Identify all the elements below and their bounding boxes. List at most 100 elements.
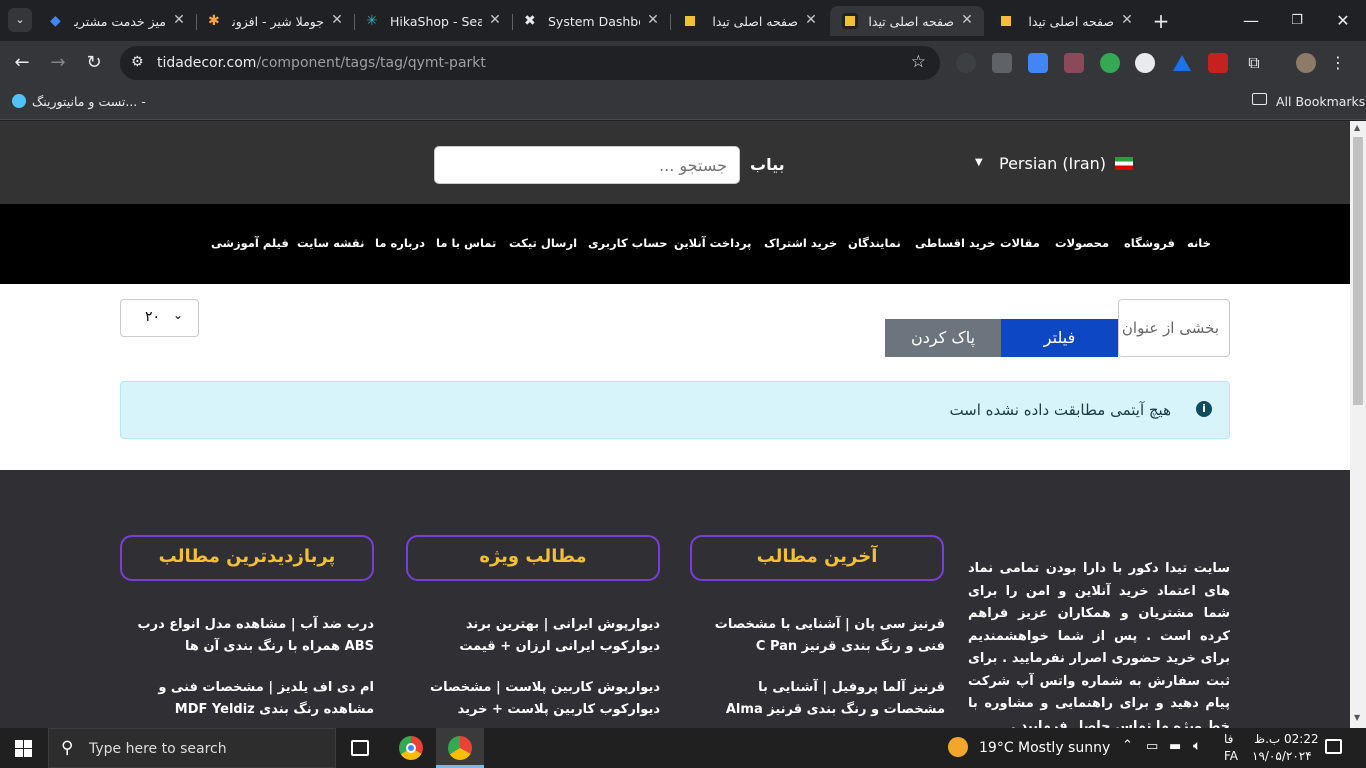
bookmark-item[interactable]: تست و مانیتورینگ... - bbox=[32, 94, 146, 109]
translate-icon[interactable] bbox=[1028, 53, 1048, 73]
tab-3[interactable]: ✳ HikaShop - Search ✕ bbox=[354, 6, 512, 36]
menu-shop[interactable]: فروشگاه bbox=[1124, 236, 1175, 250]
task-view-icon[interactable] bbox=[351, 740, 369, 756]
extension-7-icon[interactable] bbox=[1173, 55, 1191, 71]
featured-posts-title: مطالب ویژه bbox=[406, 535, 660, 581]
tab-7[interactable]: صفحه اصلی تیدا ✕ bbox=[986, 6, 1144, 36]
featured-post-1[interactable]: دیوارپوش ایرانی | بهترین برند دیوارکوب ا… bbox=[410, 614, 660, 658]
bookmarks-bar: تست و مانیتورینگ... - All Bookmarks bbox=[0, 85, 1366, 120]
menu-home[interactable]: خانه bbox=[1187, 236, 1211, 250]
popular-post-2[interactable]: ام دی اف یلدیز | مشخصات فنی و مشاهده رنگ… bbox=[124, 677, 374, 721]
search-input[interactable] bbox=[435, 147, 739, 183]
site-info-icon[interactable]: ⚙ bbox=[131, 54, 144, 70]
limit-select[interactable]: ۲۰ ⌄ bbox=[120, 299, 199, 337]
site-header: بیاب ▼ Persian (Iran) bbox=[0, 121, 1350, 204]
close-icon[interactable]: ✕ bbox=[328, 11, 346, 29]
network-icon[interactable]: ▭ bbox=[1146, 739, 1158, 754]
close-icon[interactable]: ✕ bbox=[486, 11, 504, 29]
extension-5-icon[interactable] bbox=[1100, 53, 1120, 73]
tab-6-active[interactable]: صفحه اصلی تیدا ✕ bbox=[830, 6, 984, 36]
bookmark-star-icon[interactable]: ☆ bbox=[911, 52, 926, 72]
volume-icon[interactable]: 🔈︎ bbox=[1193, 738, 1201, 754]
minimize-button[interactable]: — bbox=[1238, 8, 1264, 34]
popular-post-1[interactable]: درب ضد آب | مشاهده مدل انواع درب ABS همر… bbox=[124, 614, 374, 658]
windows-start-icon[interactable] bbox=[15, 740, 32, 757]
address-bar[interactable]: ⚙ tidadecor.com/component/tags/tag/qymt-… bbox=[120, 46, 940, 80]
close-icon[interactable]: ✕ bbox=[170, 11, 188, 29]
weather-text[interactable]: Mostly sunny bbox=[1018, 740, 1110, 756]
extension-8-icon[interactable] bbox=[1208, 53, 1228, 73]
x-icon: ✖ bbox=[524, 13, 536, 29]
chevron-down-icon: ⌄ bbox=[173, 308, 184, 322]
close-icon[interactable]: ✕ bbox=[1118, 11, 1136, 29]
scroll-down-icon[interactable]: ▼ bbox=[1354, 713, 1360, 722]
weather-temp[interactable]: 19°C bbox=[979, 740, 1014, 756]
tab-2[interactable]: ✱ جوملا شیر - افزونه ✕ bbox=[196, 6, 354, 36]
language-indicator[interactable]: فا bbox=[1224, 732, 1233, 746]
menu-articles[interactable]: مقالات bbox=[1000, 236, 1040, 250]
search-box bbox=[434, 146, 740, 184]
latest-post-2[interactable]: قرنیز آلما پروفیل | آشنایی با مشخصات و ر… bbox=[695, 677, 945, 721]
tab-5[interactable]: صفحه اصلی تیدا ✕ bbox=[670, 6, 828, 36]
clear-button[interactable]: پاک کردن bbox=[885, 319, 1001, 357]
tab-title: صفحه اصلی تیدا bbox=[1028, 14, 1114, 29]
chrome-icon[interactable] bbox=[399, 736, 423, 760]
menu-agents[interactable]: نمایندگان bbox=[848, 236, 901, 250]
language-indicator-code[interactable]: FA bbox=[1224, 749, 1238, 763]
extension-2-icon[interactable] bbox=[992, 53, 1012, 73]
notification-icon[interactable] bbox=[1325, 739, 1342, 754]
windows-taskbar: ⚲ Type here to search 19°C Mostly sunny … bbox=[0, 728, 1366, 768]
clock-time[interactable]: 02:22 ب.ظ bbox=[1254, 732, 1319, 746]
forward-button[interactable]: → bbox=[45, 50, 71, 76]
taskbar-search[interactable]: ⚲ Type here to search bbox=[48, 728, 336, 768]
main-menu: خانه فروشگاه محصولات مقالات خرید اقساطی … bbox=[0, 204, 1350, 284]
chevron-up-icon[interactable]: ⌃ bbox=[1122, 738, 1133, 753]
extension-6-icon[interactable] bbox=[1135, 53, 1155, 73]
weather-icon[interactable] bbox=[948, 737, 968, 757]
clock-date[interactable]: ۱۹/۰۵/۲۰۲۴ bbox=[1252, 749, 1312, 763]
chevron-down-icon[interactable]: ▼ bbox=[975, 157, 983, 168]
extension-1-icon[interactable] bbox=[956, 53, 976, 73]
search-icon: ⚲ bbox=[61, 738, 74, 758]
filter-button[interactable]: فیلتر bbox=[1001, 319, 1118, 357]
menu-contact[interactable]: تماس با ما bbox=[436, 236, 496, 250]
new-tab-button[interactable]: + bbox=[1148, 8, 1174, 34]
menu-online-payment[interactable]: پرداخت آنلاین bbox=[674, 236, 751, 250]
chrome-active-icon[interactable] bbox=[436, 728, 484, 768]
puzzle-icon[interactable]: ⧉ bbox=[1244, 53, 1264, 73]
popular-posts-title: پربازدیدترین مطالب bbox=[120, 535, 374, 581]
filter-input[interactable]: بخشی از عنوان bbox=[1118, 299, 1230, 357]
menu-tutorial-video[interactable]: فیلم آموزشی bbox=[211, 236, 289, 250]
extension-4-icon[interactable] bbox=[1064, 53, 1084, 73]
scroll-up-icon[interactable]: ▲ bbox=[1354, 123, 1360, 132]
close-window-button[interactable]: ✕ bbox=[1330, 8, 1356, 34]
menu-account[interactable]: حساب کاربری bbox=[588, 236, 668, 250]
menu-installment[interactable]: خرید اقساطی bbox=[915, 236, 995, 250]
page-scrollbar[interactable]: ▲ ▼ bbox=[1350, 121, 1366, 728]
language-select[interactable]: Persian (Iran) bbox=[999, 154, 1106, 173]
tab-title: جوملا شیر - افزونه bbox=[232, 14, 324, 29]
close-icon[interactable]: ✕ bbox=[958, 11, 976, 29]
avatar[interactable] bbox=[1296, 53, 1316, 73]
tab-4[interactable]: ✖ System Dashboard ✕ bbox=[512, 6, 670, 36]
close-icon[interactable]: ✕ bbox=[644, 11, 662, 29]
menu-products[interactable]: محصولات bbox=[1055, 236, 1109, 250]
menu-about[interactable]: درباره ما bbox=[375, 236, 425, 250]
reload-button[interactable]: ↻ bbox=[81, 50, 107, 76]
latest-post-1[interactable]: قرنیز سی پان | آشنایی با مشخصات فنی و رن… bbox=[695, 614, 945, 658]
menu-subscription[interactable]: خرید اشتراک bbox=[764, 236, 837, 250]
menu-ticket[interactable]: ارسال تیکت bbox=[509, 236, 577, 250]
menu-dots-icon[interactable]: ⋮ bbox=[1328, 53, 1348, 73]
menu-sitemap[interactable]: نقشه سایت bbox=[297, 236, 364, 250]
restore-button[interactable]: ❐ bbox=[1284, 8, 1310, 34]
featured-post-2[interactable]: دیوارپوش کاربین پلاست | مشخصات دیوارکوب … bbox=[410, 677, 660, 721]
back-button[interactable]: ← bbox=[9, 50, 35, 76]
url-domain: tidadecor.com bbox=[157, 55, 257, 71]
scrollbar-thumb[interactable] bbox=[1353, 137, 1363, 405]
all-bookmarks[interactable]: All Bookmarks bbox=[1276, 94, 1365, 109]
tab-search-button[interactable]: ⌄ bbox=[8, 8, 32, 32]
tab-1[interactable]: ◆ میز خدمت مشتریان ✕ bbox=[38, 6, 196, 36]
close-icon[interactable]: ✕ bbox=[802, 11, 820, 29]
battery-icon[interactable]: ▬ bbox=[1169, 739, 1181, 754]
tida-icon bbox=[842, 13, 858, 29]
